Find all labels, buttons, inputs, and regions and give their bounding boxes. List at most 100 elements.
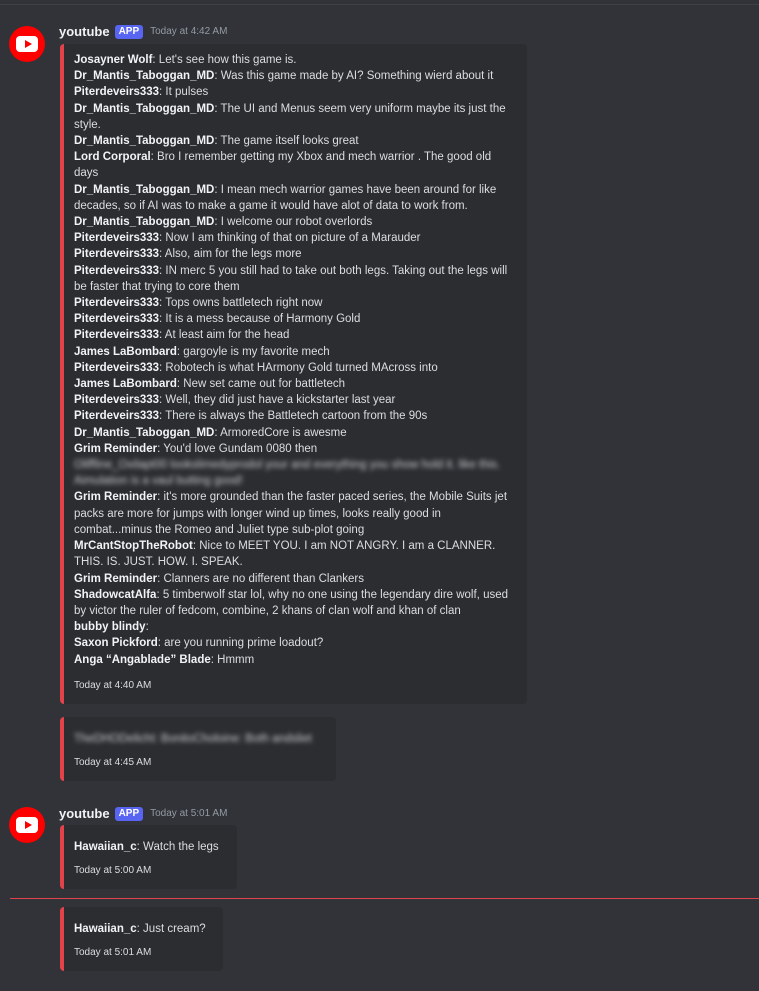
- chat-username: Piterdeveirs333: [74, 361, 160, 374]
- chat-username: Piterdeveirs333: [74, 410, 160, 423]
- chat-embed: Hawaiian_c: Just cream? Today at 5:01 AM: [60, 907, 223, 972]
- chat-line: Piterdeveirs333: It pulses: [74, 84, 517, 100]
- chat-line: Grim Reminder: Clanners are no different…: [74, 571, 517, 587]
- app-badge: APP: [114, 806, 144, 821]
- chat-line: Hawaiian_c: Watch the legs: [74, 839, 227, 855]
- chat-line: Grim Reminder: it's more grounded than t…: [74, 489, 517, 538]
- chat-line: Grim Reminder: You'd love Gundam 0080 th…: [74, 441, 517, 457]
- chat-text: : I welcome our robot overlords: [214, 216, 373, 229]
- chat-text: : You'd love Gundam 0080 then: [157, 442, 318, 455]
- chat-username: Dr_Mantis_Taboggan_MD: [74, 426, 215, 439]
- chat-text: : Well, they did just have a kickstarter…: [159, 394, 396, 407]
- chat-line: bubby blindy:: [74, 619, 517, 635]
- chat-line: Dr_Mantis_Taboggan_MD: The game itself l…: [74, 133, 517, 149]
- chat-text: : Tops owns battletech right now: [159, 297, 323, 310]
- chat-text: : Was this game made by AI? Something wi…: [214, 70, 494, 83]
- youtube-avatar[interactable]: [9, 807, 45, 843]
- chat-text: : Clanners are no different than Clanker…: [157, 572, 364, 585]
- chat-text: : The game itself looks great: [214, 135, 359, 148]
- chat-line: Piterdeveirs333: Robotech is what HArmon…: [74, 360, 517, 376]
- message-header: youtube APP Today at 4:42 AM: [59, 24, 227, 39]
- chat-username: Piterdeveirs333: [74, 394, 160, 407]
- chat-username: Anga “Angablade” Blade: [74, 653, 211, 666]
- chat-username: Hawaiian_c: [74, 923, 137, 935]
- chat-username: MrCantStopTheRobot: [74, 540, 193, 553]
- chat-line: Piterdeveirs333: Tops owns battletech ri…: [74, 295, 517, 311]
- chat-text: : Let's see how this game is.: [152, 54, 297, 66]
- chat-username: Dr_Mantis_Taboggan_MD: [74, 183, 215, 196]
- blurred-embed: TheDHODelicht: BonitoCholoine: Both ands…: [60, 717, 336, 782]
- chat-text: : It pulses: [159, 86, 209, 99]
- embed-footer-timestamp: Today at 4:45 AM: [74, 757, 152, 769]
- chat-text: : New set came out for battletech: [176, 378, 346, 391]
- chat-username: Grim Reminder: [74, 572, 158, 585]
- chat-line: James LaBombard: gargoyle is my favorite…: [74, 344, 517, 360]
- chat-line: Dr_Mantis_Taboggan_MD: The UI and Menus …: [74, 101, 517, 133]
- chat-line: Hawaiian_c: Just cream?: [74, 921, 213, 937]
- chat-username: Piterdeveirs333: [74, 297, 160, 310]
- chat-username: Piterdeveirs333: [74, 313, 160, 326]
- chat-text: : Just cream?: [136, 923, 206, 935]
- chat-line: Anga “Angablade” Blade: Hmmm: [74, 652, 517, 668]
- chat-username: James LaBombard: [74, 345, 177, 358]
- chat-line: Saxon Pickford: are you running prime lo…: [74, 635, 517, 651]
- app-badge: APP: [114, 24, 144, 39]
- embed-footer-timestamp: Today at 4:40 AM: [74, 679, 152, 691]
- chat-embed: Hawaiian_c: Watch the legs Today at 5:00…: [60, 825, 237, 890]
- chat-line: Dr_Mantis_Taboggan_MD: ArmoredCore is aw…: [74, 425, 517, 441]
- chat-username: Dr_Mantis_Taboggan_MD: [74, 135, 215, 148]
- chat-username: Grim Reminder: [74, 442, 158, 455]
- chat-text: : Also, aim for the legs more: [159, 248, 302, 261]
- top-divider: [0, 4, 759, 5]
- message-header: youtube APP Today at 5:01 AM: [59, 806, 227, 821]
- chat-text: : There is always the Battletech cartoon…: [159, 410, 428, 423]
- chat-line: Dr_Mantis_Taboggan_MD: I welcome our rob…: [74, 214, 517, 230]
- chat-line: Piterdeveirs333: There is always the Bat…: [74, 408, 517, 424]
- play-icon: [24, 40, 32, 48]
- chat-text: : At least aim for the head: [159, 329, 290, 342]
- chat-text: : Hmmm: [210, 653, 255, 666]
- chat-text: : gargoyle is my favorite mech: [176, 345, 330, 358]
- chat-username: ShadowcatAlfa: [74, 588, 157, 601]
- author-name[interactable]: youtube: [59, 24, 110, 39]
- chat-username: Lord Corporal: [74, 151, 151, 164]
- chat-line: Piterdeveirs333: Well, they did just hav…: [74, 392, 517, 408]
- chat-line: Piterdeveirs333: Also, aim for the legs …: [74, 246, 517, 262]
- chat-username: Dr_Mantis_Taboggan_MD: [74, 216, 215, 229]
- chat-text: : are you running prime loadout?: [157, 637, 324, 650]
- chat-username: Dr_Mantis_Taboggan_MD: [74, 102, 215, 115]
- message-timestamp[interactable]: Today at 5:01 AM: [150, 808, 227, 819]
- chat-embed: Josayner Wolf: Let's see how this game i…: [60, 44, 527, 704]
- chat-username: Piterdeveirs333: [74, 264, 160, 277]
- chat-line: Piterdeveirs333: It is a mess because of…: [74, 311, 517, 327]
- chat-username: Piterdeveirs333: [74, 248, 160, 261]
- chat-line: ShadowcatAlfa: 5 timberwolf star lol, wh…: [74, 587, 517, 619]
- chat-username: Piterdeveirs333: [74, 86, 160, 99]
- message-timestamp[interactable]: Today at 4:42 AM: [150, 26, 227, 37]
- chat-line: Piterdeveirs333: IN merc 5 you still had…: [74, 263, 517, 295]
- chat-line: Piterdeveirs333: At least aim for the he…: [74, 327, 517, 343]
- chat-username: Dr_Mantis_Taboggan_MD: [74, 70, 215, 83]
- chat-username: James LaBombard: [74, 378, 177, 391]
- chat-line: Dr_Mantis_Taboggan_MD: Was this game mad…: [74, 68, 517, 84]
- chat-username: Saxon Pickford: [74, 637, 158, 650]
- chat-username: Piterdeveirs333: [74, 329, 160, 342]
- chat-line: Dr_Mantis_Taboggan_MD: I mean mech warri…: [74, 182, 517, 214]
- author-name[interactable]: youtube: [59, 806, 110, 821]
- embed-footer-timestamp: Today at 5:00 AM: [74, 865, 152, 877]
- chat-text: : ArmoredCore is awesme: [214, 426, 347, 439]
- chat-lines-continued: Grim Reminder: it's more grounded than t…: [74, 489, 517, 667]
- chat-text: : Now I am thinking of that on picture o…: [159, 232, 421, 245]
- chat-line: Piterdeveirs333: Now I am thinking of th…: [74, 230, 517, 246]
- chat-line: MrCantStopTheRobot: Nice to MEET YOU. I …: [74, 538, 517, 570]
- chat-username: Hawaiian_c: [74, 841, 137, 853]
- blurred-line: Oliffline_Oxilapt00 lookslimedyprodol yo…: [74, 459, 501, 488]
- chat-username: Josayner Wolf: [74, 54, 153, 66]
- chat-text: : Robotech is what HArmony Gold turned M…: [159, 361, 438, 374]
- play-icon: [24, 821, 32, 829]
- chat-text: :: [145, 621, 149, 634]
- youtube-avatar[interactable]: [9, 26, 45, 62]
- chat-text: : It is a mess because of Harmony Gold: [159, 313, 361, 326]
- chat-text: : Watch the legs: [136, 841, 219, 853]
- chat-line: Lord Corporal: Bro I remember getting my…: [74, 149, 517, 181]
